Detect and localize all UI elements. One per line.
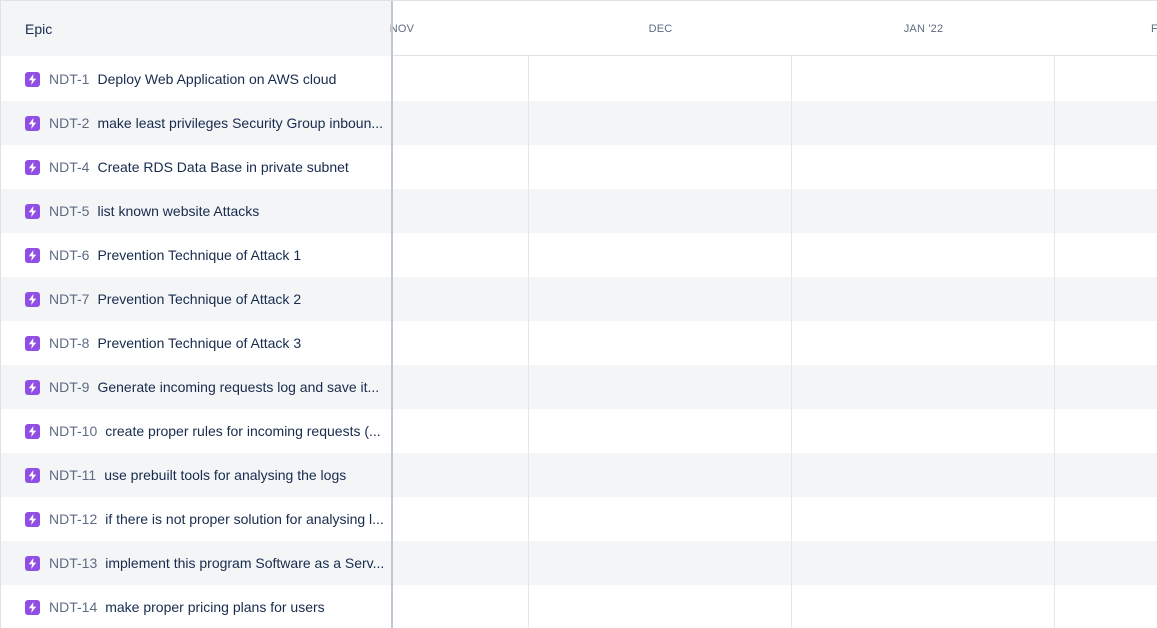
month-label-next: F xyxy=(1151,1,1157,56)
epic-summary[interactable]: make proper pricing plans for users xyxy=(105,599,324,615)
epic-summary[interactable]: implement this program Software as a Ser… xyxy=(105,555,384,571)
epic-lightning-icon xyxy=(25,467,40,483)
epic-row[interactable]: NDT-1 Deploy Web Application on AWS cloud xyxy=(1,57,391,101)
epic-row[interactable]: NDT-6 Prevention Technique of Attack 1 xyxy=(1,233,391,277)
epic-list: NDT-1 Deploy Web Application on AWS cloud… xyxy=(1,57,391,628)
roadmap-view: Epic NOV DEC JAN '22 F NDT-1 Deploy Web A… xyxy=(0,0,1157,628)
epic-summary[interactable]: use prebuilt tools for analysing the log… xyxy=(104,467,346,483)
epic-lightning-icon xyxy=(25,335,40,351)
month-divider xyxy=(1054,1,1055,628)
epic-summary[interactable]: Deploy Web Application on AWS cloud xyxy=(97,71,336,87)
epic-key[interactable]: NDT-10 xyxy=(49,423,97,439)
epic-lightning-icon xyxy=(25,379,40,395)
epic-summary[interactable]: Create RDS Data Base in private subnet xyxy=(97,159,348,175)
epic-summary[interactable]: Prevention Technique of Attack 2 xyxy=(97,291,301,307)
epic-key[interactable]: NDT-13 xyxy=(49,555,97,571)
epic-key[interactable]: NDT-4 xyxy=(49,159,89,175)
column-resize-handle[interactable] xyxy=(391,1,393,628)
month-divider xyxy=(791,1,792,628)
epic-key[interactable]: NDT-7 xyxy=(49,291,89,307)
epic-summary[interactable]: if there is not proper solution for anal… xyxy=(105,511,384,527)
epic-row[interactable]: NDT-2 make least privileges Security Grou… xyxy=(1,101,391,145)
epic-summary[interactable]: Generate incoming requests log and save … xyxy=(97,379,379,395)
epic-row[interactable]: NDT-7 Prevention Technique of Attack 2 xyxy=(1,277,391,321)
epic-row[interactable]: NDT-14 make proper pricing plans for user… xyxy=(1,585,391,628)
epic-summary[interactable]: create proper rules for incoming request… xyxy=(105,423,380,439)
epic-row[interactable]: NDT-12 if there is not proper solution fo… xyxy=(1,497,391,541)
epic-key[interactable]: NDT-1 xyxy=(49,71,89,87)
epic-lightning-icon xyxy=(25,511,40,527)
epic-key[interactable]: NDT-11 xyxy=(49,467,96,483)
epic-lightning-icon xyxy=(25,423,40,439)
epic-row[interactable]: NDT-9 Generate incoming requests log and … xyxy=(1,365,391,409)
timeline-header: Epic NOV DEC JAN '22 F xyxy=(1,1,1157,56)
epic-row[interactable]: NDT-4 Create RDS Data Base in private sub… xyxy=(1,145,391,189)
epic-lightning-icon xyxy=(25,247,40,263)
epic-column-label: Epic xyxy=(25,20,53,37)
month-label-jan: JAN '22 xyxy=(903,22,944,35)
epic-lightning-icon xyxy=(25,159,40,175)
epic-key[interactable]: NDT-8 xyxy=(49,335,89,351)
epic-summary[interactable]: Prevention Technique of Attack 3 xyxy=(97,335,301,351)
month-label-dec: DEC xyxy=(648,22,673,35)
epic-summary[interactable]: Prevention Technique of Attack 1 xyxy=(97,247,301,263)
epic-lightning-icon xyxy=(25,115,40,131)
epic-key[interactable]: NDT-9 xyxy=(49,379,89,395)
epic-column-header: Epic xyxy=(1,1,391,56)
epic-key[interactable]: NDT-14 xyxy=(49,599,97,615)
timeline-grid xyxy=(392,1,1157,628)
epic-key[interactable]: NDT-12 xyxy=(49,511,97,527)
epic-lightning-icon xyxy=(25,71,40,87)
epic-row[interactable]: NDT-8 Prevention Technique of Attack 3 xyxy=(1,321,391,365)
epic-lightning-icon xyxy=(25,599,40,615)
epic-row[interactable]: NDT-11 use prebuilt tools for analysing t… xyxy=(1,453,391,497)
epic-summary[interactable]: make least privileges Security Group inb… xyxy=(97,115,383,131)
epic-row[interactable]: NDT-10 create proper rules for incoming r… xyxy=(1,409,391,453)
epic-summary[interactable]: list known website Attacks xyxy=(97,203,259,219)
epic-row[interactable]: NDT-5 list known website Attacks xyxy=(1,189,391,233)
epic-key[interactable]: NDT-2 xyxy=(49,115,89,131)
epic-lightning-icon xyxy=(25,291,40,307)
epic-lightning-icon xyxy=(25,203,40,219)
epic-key[interactable]: NDT-6 xyxy=(49,247,89,263)
epic-row[interactable]: NDT-13 implement this program Software as… xyxy=(1,541,391,585)
month-divider xyxy=(528,1,529,628)
epic-lightning-icon xyxy=(25,555,40,571)
epic-key[interactable]: NDT-5 xyxy=(49,203,89,219)
